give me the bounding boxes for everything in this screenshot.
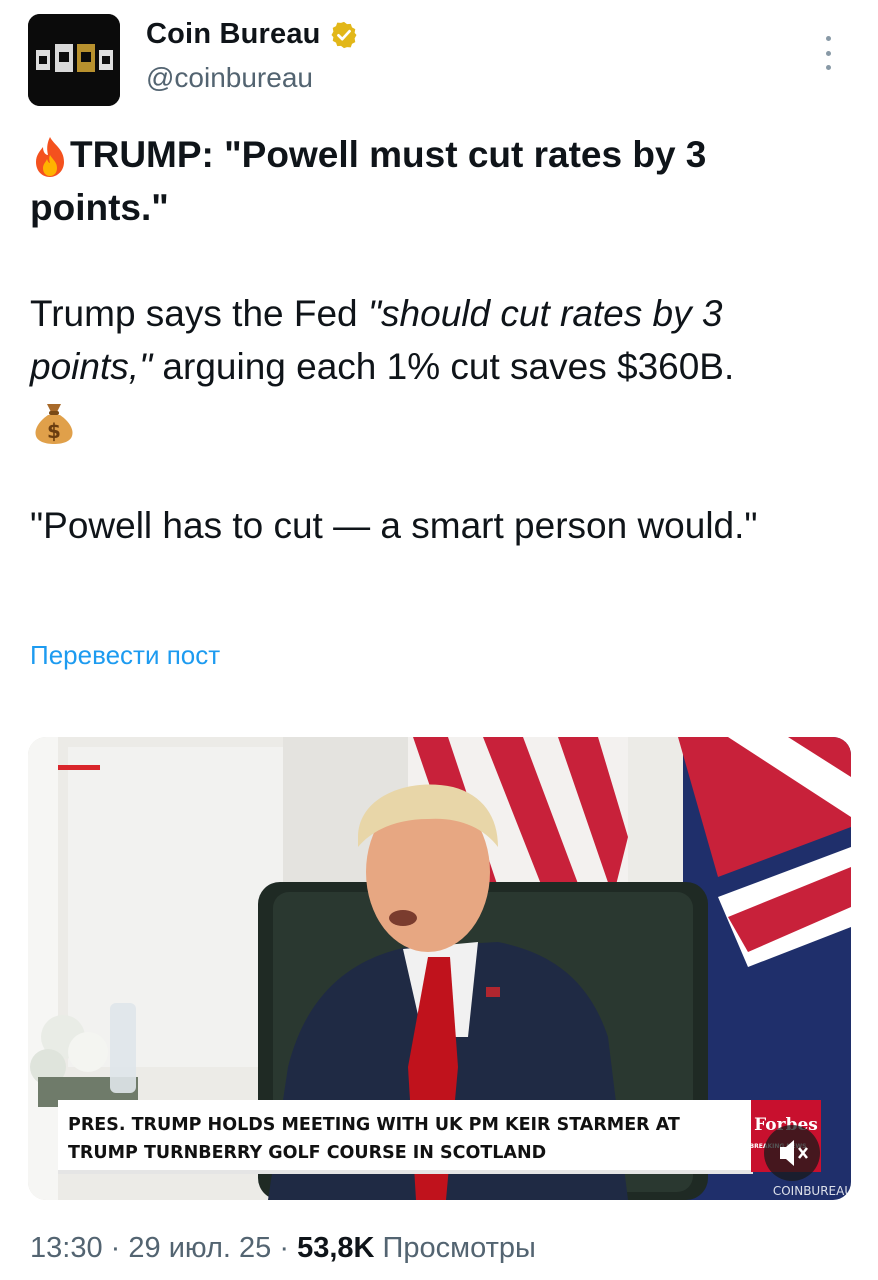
meta-separator: · (279, 1232, 290, 1264)
post-quote: "Powell has to cut — a smart person woul… (30, 505, 758, 547)
lower-third-line1: PRES. TRUMP HOLDS MEETING WITH UK PM KEI… (68, 1115, 680, 1135)
views-label: Просмотры (382, 1232, 536, 1264)
fire-emoji-icon (36, 137, 64, 178)
meta-separator: · (110, 1232, 121, 1264)
post-body-text-2: arguing each 1% cut saves $360B. (152, 346, 735, 387)
post-meta: 13:30 · 29 июл. 25 · 53,8K Просмотры (30, 1232, 536, 1265)
svg-text:$: $ (47, 419, 61, 443)
translate-post-link[interactable]: Перевести пост (30, 640, 220, 671)
coin-bureau-logo-icon (28, 14, 120, 106)
author-handle[interactable]: @coinbureau (146, 62, 313, 94)
author-display-name[interactable]: Coin Bureau (146, 18, 321, 51)
more-options-icon[interactable] (818, 36, 838, 70)
post-title-text: TRUMP: "Powell must cut rates by 3 point… (30, 134, 707, 228)
lower-third-line2: TRUMP TURNBERRY GOLF COURSE IN SCOTLAND (68, 1143, 546, 1163)
avatar[interactable] (28, 14, 120, 106)
author-name-row[interactable]: Coin Bureau (146, 18, 359, 51)
post-date[interactable]: 29 июл. 25 (128, 1232, 271, 1264)
money-bag-emoji-icon: $ (35, 404, 73, 445)
post-video[interactable]: PRES. TRUMP HOLDS MEETING WITH UK PM KEI… (28, 737, 851, 1200)
post-text: TRUMP: "Powell must cut rates by 3 point… (30, 128, 850, 552)
views-count: 53,8K (297, 1232, 375, 1264)
verified-badge-icon (331, 21, 357, 48)
coinbureau-watermark: COINBUREAU (773, 1184, 851, 1198)
post-body: Trump says the Fed "should cut rates by … (30, 287, 850, 446)
mute-button[interactable] (764, 1125, 820, 1181)
video-frame: PRES. TRUMP HOLDS MEETING WITH UK PM KEI… (28, 737, 851, 1200)
post-title: TRUMP: "Powell must cut rates by 3 point… (30, 128, 850, 234)
post-body-text-1: Trump says the Fed (30, 293, 368, 334)
post-time[interactable]: 13:30 (30, 1232, 103, 1264)
